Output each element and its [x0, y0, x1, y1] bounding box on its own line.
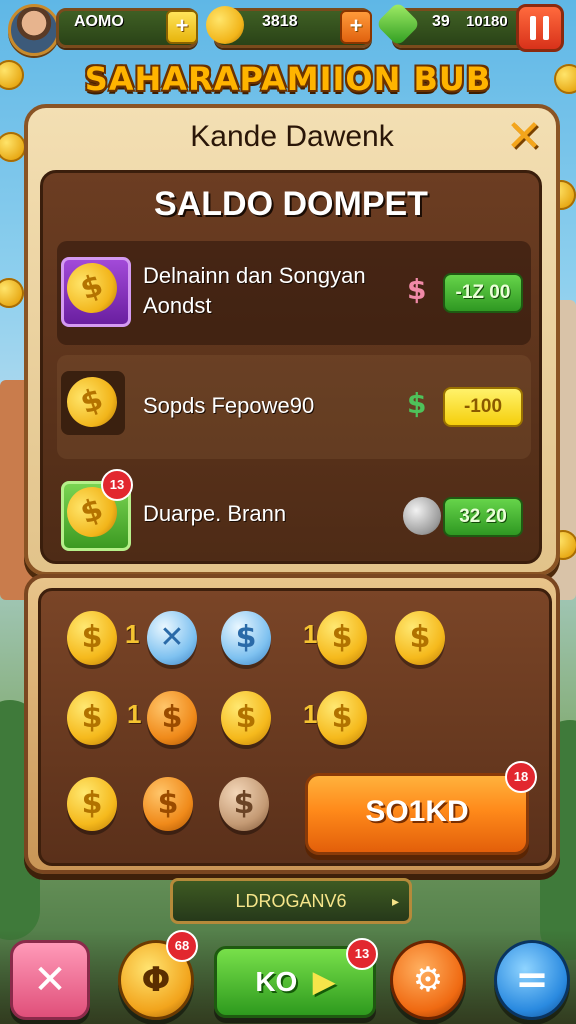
floating-coin-decoration — [0, 132, 26, 162]
coin-option[interactable]: $ — [147, 691, 197, 745]
wallet-panel: Kande Dawenk ✕ SALDO DOMPET $ Delnainn d… — [24, 104, 560, 576]
resource-3-secondary: 10180 — [466, 13, 508, 30]
coin-option[interactable]: $ — [317, 611, 367, 665]
coin-option[interactable]: $ — [221, 691, 271, 745]
notification-badge: 68 — [166, 930, 198, 962]
wallet-row[interactable]: $ Delnainn dan Songyan Aondst $ -1Z 00 — [57, 241, 531, 345]
pause-bar-right — [543, 16, 549, 40]
pause-bar-left — [530, 16, 536, 40]
notification-badge: 18 — [505, 761, 537, 793]
add-resource-1-button[interactable]: + — [166, 10, 198, 44]
close-icon[interactable]: ✕ — [502, 115, 546, 160]
chevron-right-icon: ▸ — [391, 893, 399, 909]
gem-icon — [403, 497, 441, 535]
coin-option[interactable]: $ — [221, 611, 271, 665]
separator-mark: 1 — [303, 699, 318, 729]
floating-coin-decoration — [0, 278, 24, 308]
add-resource-2-button[interactable]: + — [340, 10, 372, 44]
separator-mark: 1 — [125, 619, 140, 649]
dollar-sign-icon: $ — [407, 387, 427, 420]
row-label-line1: Delnainn dan Songyan — [143, 263, 366, 288]
coin-option[interactable]: $ — [67, 611, 117, 665]
wallet-row[interactable]: $ Sopds Fepowe90 $ -100 — [57, 355, 531, 459]
pause-button[interactable] — [516, 4, 564, 52]
coin-grid: $ 1 ✕ $ 1 $ $ $ 1 $ $ 1 $ $ $ $ SO1KD 18 — [38, 588, 552, 866]
row-label-line1: Sopds Fepowe90 — [143, 393, 315, 418]
coin-option[interactable]: $ — [219, 777, 269, 831]
gold-coin-icon — [206, 6, 244, 44]
banner-label: LDROGANV6 — [235, 891, 347, 911]
play-arrow-icon: ▶ — [313, 966, 335, 997]
game-title: SAHARAPAMIION BUB — [84, 60, 492, 98]
notification-badge: 13 — [101, 469, 133, 501]
resource-2-value: 3818 — [262, 13, 298, 30]
section-title: SALDO DOMPET — [154, 185, 428, 223]
separator-mark: 1 — [127, 699, 142, 729]
row-label-line1: Duarpe. Brann — [143, 501, 287, 526]
panel-title: Kande Dawenk — [190, 120, 394, 153]
resource-1-value: AOMO — [74, 13, 124, 30]
close-button[interactable]: ✕ — [10, 940, 90, 1020]
dollar-sign-icon: $ — [407, 273, 427, 306]
menu-button[interactable]: = — [494, 940, 570, 1020]
settings-button[interactable]: ⚙ — [390, 940, 466, 1020]
coin-option[interactable]: $ — [395, 611, 445, 665]
price-button[interactable]: 32 20 — [443, 497, 523, 537]
confirm-button[interactable]: SO1KD — [305, 773, 529, 855]
notification-badge: 13 — [346, 938, 378, 970]
player-avatar[interactable] — [8, 4, 60, 56]
separator-mark: 1 — [303, 619, 318, 649]
play-label: KO — [255, 966, 298, 997]
coin-selection-panel: $ 1 ✕ $ 1 $ $ $ 1 $ $ 1 $ $ $ $ SO1KD 18 — [24, 574, 560, 874]
coin-option[interactable]: $ — [143, 777, 193, 831]
price-button[interactable]: -100 — [443, 387, 523, 427]
coin-option[interactable]: $ — [67, 777, 117, 831]
price-button[interactable]: -1Z 00 — [443, 273, 523, 313]
top-resource-bar: AOMO + 3818 + 39 10180 — [0, 0, 576, 56]
coin-option[interactable]: $ — [317, 691, 367, 745]
coin-option[interactable]: ✕ — [147, 611, 197, 665]
row-label-line2: Aondst — [143, 293, 212, 318]
wallet-row[interactable]: $ 13 Duarpe. Brann 32 20 — [57, 465, 531, 569]
info-banner[interactable]: LDROGANV6 ▸ — [170, 878, 412, 924]
wallet-balance-section: SALDO DOMPET $ Delnainn dan Songyan Aond… — [40, 170, 542, 564]
coin-option[interactable]: $ — [67, 691, 117, 745]
resource-3-value: 39 — [432, 13, 450, 30]
